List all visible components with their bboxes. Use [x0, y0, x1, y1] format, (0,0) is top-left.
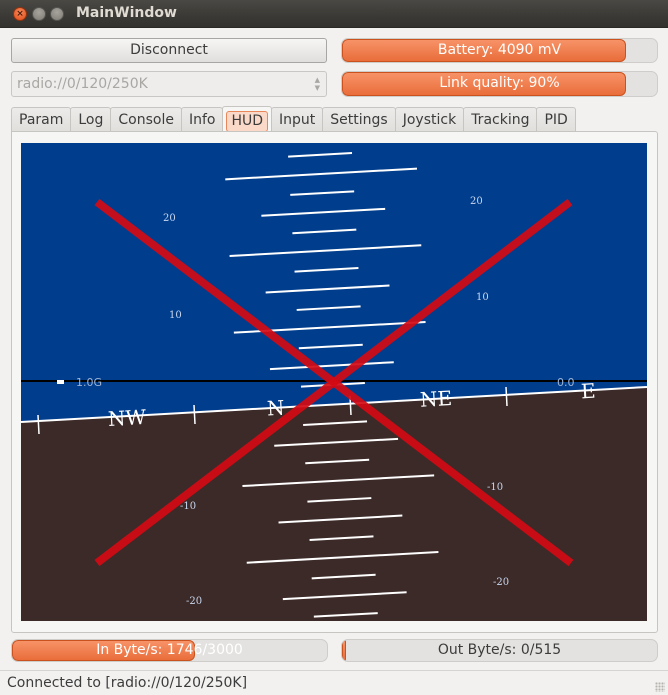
tab-bar: Param Log Console Info HUD Input Setting… [11, 106, 576, 132]
g-force-label: 1.0G [76, 376, 102, 389]
out-bytes-progress-bar: Out Byte/s: 0/515 [341, 639, 658, 662]
tab-settings[interactable]: Settings [322, 107, 396, 132]
tab-label: Joystick [402, 112, 457, 128]
spin-arrows-icon: ▲ ▼ [314, 76, 320, 92]
resize-grip-icon[interactable] [655, 682, 665, 692]
compass-label-e: E [580, 379, 596, 404]
tab-param[interactable]: Param [11, 107, 72, 132]
pitch-label-left: 10 [169, 310, 182, 321]
interface-uri-combo[interactable]: radio://0/120/250K ▲ ▼ [11, 71, 327, 97]
link-quality-label: Link quality: 90% [439, 75, 560, 91]
tab-pid[interactable]: PID [536, 107, 576, 132]
pitch-label-right: 10 [476, 292, 489, 303]
tab-label: Param [19, 112, 64, 128]
tab-label: PID [544, 112, 568, 128]
altitude-label: 0.0 [557, 376, 575, 389]
tab-info[interactable]: Info [180, 107, 224, 132]
compass-tick [37, 414, 40, 435]
pitch-label-left: -20 [186, 596, 202, 607]
tab-tracking[interactable]: Tracking [463, 107, 538, 132]
tab-label: Info [188, 112, 216, 128]
interface-uri-value: radio://0/120/250K [17, 76, 148, 92]
compass-label-nw: NW [107, 405, 147, 431]
minimize-window-button[interactable] [32, 7, 46, 21]
tab-joystick[interactable]: Joystick [394, 107, 465, 132]
status-bar: Connected to [radio://0/120/250K] [0, 670, 668, 695]
disconnect-button[interactable]: Disconnect [11, 38, 327, 63]
pitch-label-left: 20 [163, 213, 176, 224]
tab-console[interactable]: Console [110, 107, 182, 132]
in-bytes-progress-bar: In Byte/s: 1746/3000 [11, 639, 328, 662]
tab-hud[interactable]: HUD [222, 106, 273, 132]
tab-input[interactable]: Input [271, 107, 324, 132]
status-text: Connected to [radio://0/120/250K] [7, 675, 248, 691]
tab-label: Log [78, 112, 104, 128]
close-icon: × [16, 9, 24, 19]
close-window-button[interactable]: × [13, 7, 27, 21]
battery-label: Battery: 4090 mV [437, 42, 562, 58]
tab-log[interactable]: Log [70, 107, 112, 132]
in-bytes-label: In Byte/s: 1746/3000 [96, 642, 243, 658]
tab-label: Tracking [471, 112, 530, 128]
pitch-label-right: -20 [493, 577, 509, 588]
tab-label: HUD [226, 111, 269, 132]
title-bar: × MainWindow [0, 0, 668, 28]
maximize-window-button[interactable] [50, 7, 64, 21]
attitude-indicator: NW N NE E 20 10 -10 -20 20 10 -10 -20 1.… [21, 143, 647, 621]
compass-tick [505, 386, 508, 407]
link-quality-progress-bar: Link quality: 90% [341, 71, 658, 97]
tab-label: Settings [330, 112, 388, 128]
battery-progress-bar: Battery: 4090 mV [341, 38, 658, 63]
compass-label-ne: NE [419, 386, 452, 412]
pitch-label-right: 20 [470, 196, 483, 207]
compass-tick [193, 404, 196, 425]
tab-label: Input [279, 112, 316, 128]
pitch-label-right: -10 [487, 482, 503, 493]
window-title: MainWindow [76, 5, 177, 21]
tab-label: Console [118, 112, 174, 128]
g-marker [57, 380, 64, 384]
out-bytes-label: Out Byte/s: 0/515 [437, 642, 562, 658]
